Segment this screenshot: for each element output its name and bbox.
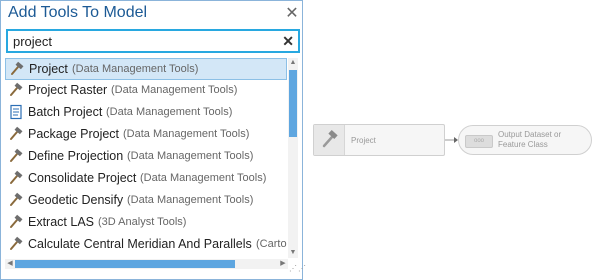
close-button[interactable]: ✕: [284, 5, 300, 23]
tool-result-item[interactable]: Geodetic Densify (Data Management Tools): [5, 190, 287, 212]
tool-result-name: Calculate Central Meridian And Parallels: [28, 237, 252, 251]
hammer-icon: [8, 170, 24, 186]
tool-result-toolbox: (Data Management Tools): [140, 172, 267, 184]
resize-grip-icon[interactable]: ⋰⋰: [289, 265, 306, 278]
hammer-icon: [8, 148, 24, 164]
tool-result-name: Batch Project: [28, 105, 103, 119]
horizontal-scroll-thumb[interactable]: [15, 260, 235, 268]
vertical-scroll-thumb[interactable]: [289, 70, 297, 137]
tool-result-item[interactable]: Extract LAS (3D Analyst Tools): [5, 212, 287, 234]
horizontal-scrollbar[interactable]: ◀ ▶: [5, 259, 288, 269]
tool-result-item[interactable]: Batch Project (Data Management Tools): [5, 102, 287, 124]
hammer-icon: [8, 236, 24, 252]
tool-result-toolbox: (Data Management Tools): [111, 84, 238, 96]
model-tool-node[interactable]: Project: [313, 124, 445, 156]
tool-results-list: Project (Data Management Tools) Project Ra…: [5, 58, 287, 258]
tool-node-icon-box: [314, 125, 345, 155]
dataset-icon: ooo: [465, 135, 493, 148]
hammer-icon: [8, 214, 24, 230]
tool-result-toolbox: (3D Analyst Tools): [98, 216, 187, 228]
panel-title: Add Tools To Model: [8, 4, 148, 21]
tool-result-item[interactable]: Project (Data Management Tools): [5, 58, 287, 80]
clear-search-icon[interactable]: ✕: [282, 32, 294, 50]
tool-result-item[interactable]: Project Raster (Data Management Tools): [5, 80, 287, 102]
model-output-node[interactable]: ooo Output Dataset or Feature Class: [458, 125, 592, 155]
tool-result-item[interactable]: Define Projection (Data Management Tools): [5, 146, 287, 168]
tool-node-label: Project: [351, 136, 376, 145]
scroll-left-icon[interactable]: ◀: [5, 259, 15, 269]
hammer-icon: [8, 82, 24, 98]
scroll-down-icon[interactable]: ▼: [288, 248, 298, 258]
tool-result-name: Define Projection: [28, 149, 124, 163]
output-node-label: Output Dataset or Feature Class: [498, 130, 562, 149]
hammer-icon: [9, 61, 25, 77]
tool-result-toolbox: (Data Management Tools): [106, 106, 233, 118]
tool-result-toolbox: (Data Management Tools): [72, 63, 199, 75]
hammer-icon: [8, 126, 24, 142]
hammer-icon: [8, 192, 24, 208]
tool-result-toolbox: (Data Management Tools): [123, 128, 250, 140]
hammer-icon: [322, 129, 338, 148]
connector-arrow-icon: [445, 137, 458, 143]
search-input[interactable]: [13, 32, 273, 50]
tool-result-name: Project: [29, 62, 68, 76]
tool-result-name: Package Project: [28, 127, 120, 141]
search-box: ✕: [6, 29, 300, 53]
tool-result-name: Extract LAS: [28, 215, 94, 229]
add-tools-panel: Add Tools To Model ✕ ✕ Project (Data Mana…: [0, 0, 306, 280]
scroll-up-icon[interactable]: ▲: [288, 58, 298, 68]
scroll-right-icon[interactable]: ▶: [278, 259, 288, 269]
tool-result-name: Geodetic Densify: [28, 193, 124, 207]
tool-result-item[interactable]: Package Project (Data Management Tools): [5, 124, 287, 146]
tool-result-name: Consolidate Project: [28, 171, 137, 185]
tool-result-toolbox: (Data Management Tools): [127, 194, 254, 206]
tool-result-toolbox: (Cartogra: [256, 238, 287, 250]
script-icon: [8, 104, 24, 120]
tool-result-item[interactable]: Consolidate Project (Data Management Tool…: [5, 168, 287, 190]
vertical-scrollbar[interactable]: ▲ ▼: [288, 58, 298, 258]
tool-result-toolbox: (Data Management Tools): [127, 150, 254, 162]
tool-result-item[interactable]: Calculate Central Meridian And Parallels…: [5, 234, 287, 256]
tool-result-name: Project Raster: [28, 83, 108, 97]
